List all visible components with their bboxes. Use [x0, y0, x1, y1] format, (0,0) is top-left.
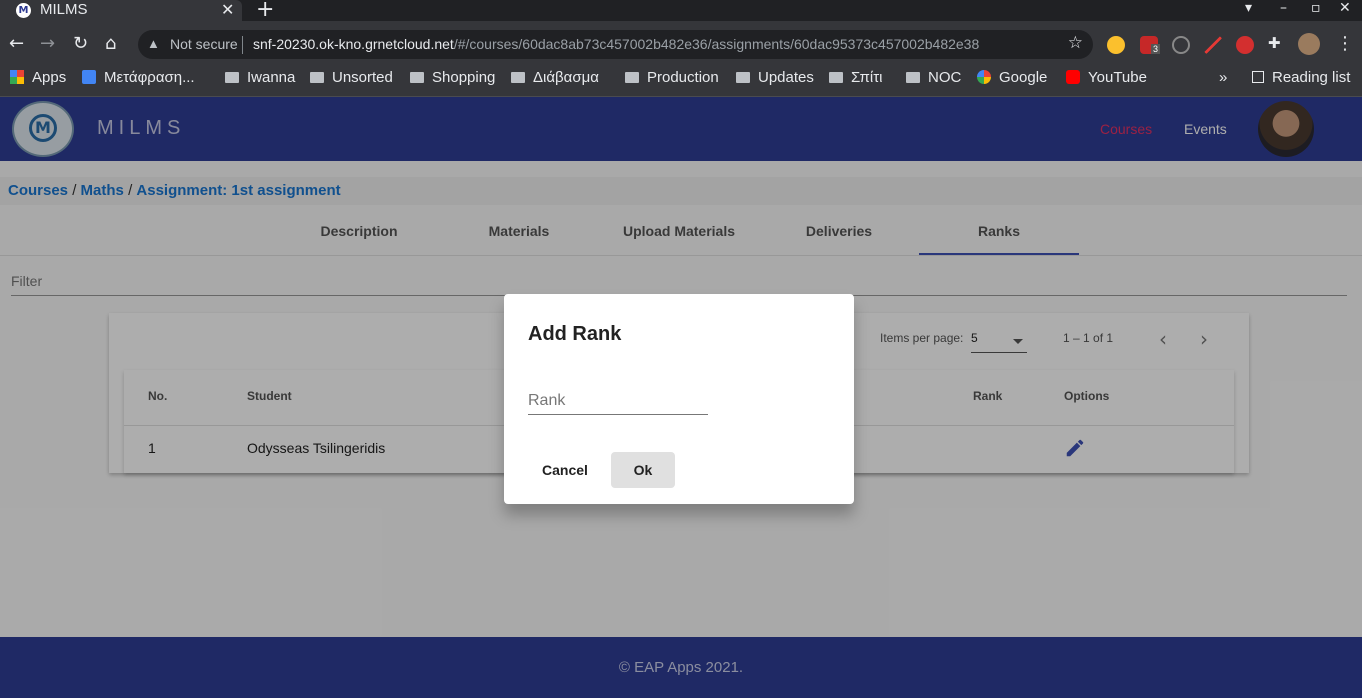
bookmark-folder[interactable]: Shopping — [410, 69, 495, 86]
folder-icon — [410, 72, 424, 83]
cancel-button[interactable]: Cancel — [528, 452, 602, 488]
bookmark-label: Apps — [32, 69, 67, 86]
url-text[interactable]: snf-20230.ok-kno.grnetcloud.net/#/course… — [253, 36, 979, 52]
extension-badge: 3 — [1151, 44, 1161, 54]
url-path: /#/courses/60dac8ab73c457002b482e36/assi… — [453, 36, 980, 52]
tab-close-icon[interactable]: ✕ — [221, 0, 234, 20]
folder-icon — [310, 72, 324, 83]
bookmark-label: Iwanna — [247, 69, 296, 86]
minimize-button[interactable]: – — [1280, 0, 1287, 16]
ok-button[interactable]: Ok — [611, 452, 675, 488]
rank-input[interactable] — [528, 387, 708, 415]
adblock-icon[interactable] — [1236, 36, 1254, 54]
reading-list[interactable]: Reading list — [1252, 69, 1350, 86]
new-tab-button[interactable]: + — [256, 0, 274, 22]
bookmark-label: Διάβασμα — [533, 69, 599, 86]
reload-icon[interactable]: ↻ — [73, 33, 88, 54]
bookmark-label: Unsorted — [332, 69, 393, 86]
add-rank-dialog: Add Rank Cancel Ok — [504, 294, 854, 504]
bookmark-folder[interactable]: Updates — [736, 69, 814, 86]
warning-icon[interactable]: ▲ — [147, 36, 160, 51]
folder-icon — [625, 72, 639, 83]
extension-pen-icon[interactable] — [1204, 36, 1222, 54]
apps-grid-icon — [10, 70, 24, 84]
reading-list-icon — [1252, 71, 1264, 83]
bookmark-label: Σπίτι — [851, 69, 883, 86]
calendar-extension-icon[interactable]: 3 — [1140, 36, 1161, 54]
browser-tab[interactable]: M MILMS ✕ — [0, 0, 242, 21]
bookmark-translate[interactable]: Μετάφραση... — [82, 69, 195, 86]
bookmark-label: Google — [999, 69, 1048, 86]
bookmark-apps[interactable]: Apps — [10, 69, 66, 86]
address-bar[interactable]: ▲ Not secure snf-20230.ok-kno.grnetcloud… — [138, 30, 1093, 59]
google-icon — [977, 70, 991, 84]
extensions-puzzle-icon[interactable]: ✚ — [1268, 34, 1286, 52]
more-bookmarks-icon[interactable]: » — [1219, 69, 1227, 86]
reading-list-label: Reading list — [1272, 69, 1351, 86]
bookmark-label: Production — [647, 69, 719, 86]
bookmarks-bar: Apps Μετάφραση... Iwanna Unsorted Shoppi… — [0, 66, 1362, 97]
bookmark-label: NOC — [928, 69, 962, 86]
bookmark-folder[interactable]: Unsorted — [310, 69, 393, 86]
milms-favicon-icon: M — [16, 3, 31, 18]
youtube-icon — [1066, 70, 1080, 84]
browser-menu-icon[interactable]: ⋮ — [1336, 33, 1354, 54]
security-label[interactable]: Not secure — [170, 36, 238, 52]
google-translate-icon — [82, 70, 96, 84]
bookmark-folder[interactable]: NOC — [906, 69, 961, 86]
back-arrow-icon[interactable]: ← — [9, 33, 24, 54]
home-icon[interactable]: ⌂ — [105, 33, 116, 54]
bookmark-label: Μετάφραση... — [104, 69, 195, 86]
browser-toolbar: ← → ↻ ⌂ ▲ Not secure snf-20230.ok-kno.gr… — [0, 21, 1362, 66]
folder-icon — [829, 72, 843, 83]
bookmark-google[interactable]: Google — [977, 69, 1047, 86]
folder-icon — [736, 72, 750, 83]
forward-arrow-icon[interactable]: → — [40, 33, 55, 54]
bookmark-label: Shopping — [432, 69, 496, 86]
window-close-button[interactable]: ✕ — [1339, 0, 1351, 16]
profile-avatar[interactable] — [1298, 33, 1320, 55]
browser-tabstrip: M MILMS ✕ + ▾ – ▫ ✕ — [0, 0, 1362, 22]
bookmark-folder[interactable]: Διάβασμα — [511, 69, 599, 86]
browser-tab-title: MILMS — [40, 1, 88, 18]
folder-icon — [511, 72, 525, 83]
maximize-button[interactable]: ▫ — [1311, 0, 1321, 16]
url-host: snf-20230.ok-kno.grnetcloud.net — [253, 36, 454, 52]
bookmark-folder[interactable]: Σπίτι — [829, 69, 883, 86]
folder-icon — [906, 72, 920, 83]
bookmark-youtube[interactable]: YouTube — [1066, 69, 1147, 86]
dialog-title: Add Rank — [528, 323, 622, 345]
extension-yellow-icon[interactable] — [1107, 36, 1125, 54]
bookmark-label: Updates — [758, 69, 814, 86]
bookmark-folder[interactable]: Production — [625, 69, 719, 86]
tab-search-icon[interactable]: ▾ — [1245, 0, 1252, 16]
folder-icon — [225, 72, 239, 83]
omnibox-divider — [242, 36, 243, 54]
bookmark-star-icon[interactable]: ☆ — [1068, 33, 1083, 53]
bookmark-folder[interactable]: Iwanna — [225, 69, 295, 86]
bookmark-label: YouTube — [1088, 69, 1147, 86]
extension-grey-icon[interactable] — [1172, 36, 1190, 54]
